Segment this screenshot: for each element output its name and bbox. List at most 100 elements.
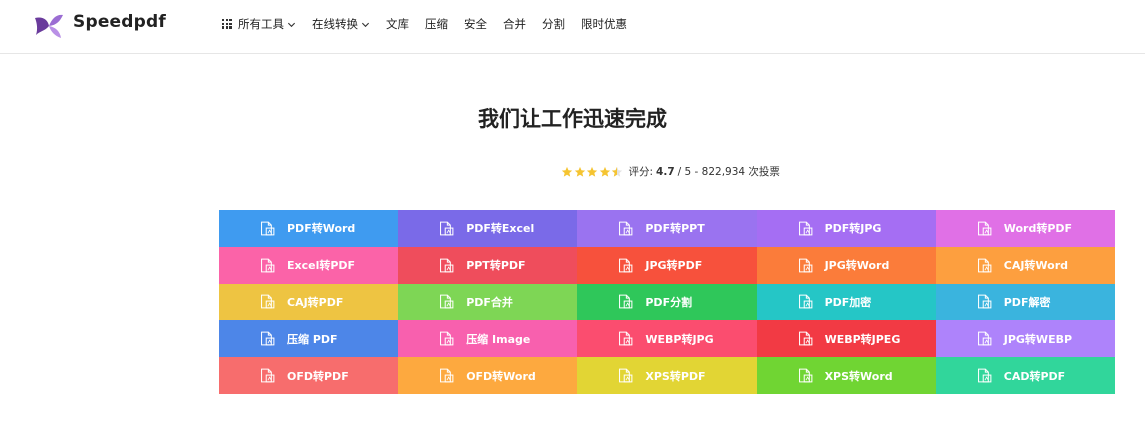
rating-stars <box>561 166 624 178</box>
file-convert-icon <box>797 257 814 274</box>
rating-summary: 评分: 4.7 / 5 - 822,934 次投票 <box>561 164 780 179</box>
file-convert-icon <box>438 330 455 347</box>
file-convert-icon <box>259 220 276 237</box>
tool-label: Excel转PDF <box>287 259 356 273</box>
tool-tile[interactable]: 压缩 PDF <box>219 320 399 358</box>
tool-tile[interactable]: 压缩 Image <box>398 320 578 358</box>
tool-tile[interactable]: PDF加密 <box>756 283 936 321</box>
file-convert-icon <box>976 293 993 310</box>
file-convert-icon <box>617 367 634 384</box>
nav-library[interactable]: 文库 <box>386 16 409 32</box>
nav-limited-offer[interactable]: 限时优惠 <box>581 16 627 32</box>
tool-label: XPS转PDF <box>645 369 706 383</box>
tool-label: 压缩 PDF <box>287 332 338 346</box>
tool-tile[interactable]: PDF转Word <box>219 210 399 247</box>
grid-icon <box>222 19 232 29</box>
tool-tile[interactable]: PDF解密 <box>935 283 1115 321</box>
site-header: Speedpdf 所有工具 在线转换 文库 压缩 安全 合并 分割 限时优惠 <box>0 0 1145 54</box>
tool-tile[interactable]: XPS转Word <box>756 357 936 394</box>
nav-online-convert[interactable]: 在线转换 <box>312 16 370 32</box>
tool-tile[interactable]: WEBP转JPEG <box>756 320 936 358</box>
brand-name[interactable]: Speedpdf <box>73 12 166 32</box>
chevron-down-icon <box>361 22 370 27</box>
tool-label: PDF转Word <box>287 222 356 236</box>
tool-label: PDF转PPT <box>645 222 705 236</box>
nav-compress[interactable]: 压缩 <box>425 16 448 32</box>
file-convert-icon <box>976 257 993 274</box>
file-convert-icon <box>259 257 276 274</box>
page-title: 我们让工作迅速完成 <box>478 107 667 131</box>
star-icon <box>586 166 598 177</box>
file-convert-icon <box>797 330 814 347</box>
star-icon <box>574 166 585 177</box>
file-convert-icon <box>976 330 993 347</box>
tool-tile[interactable]: CAJ转PDF <box>219 283 399 321</box>
tool-label: JPG转Word <box>824 259 890 273</box>
tool-label: Word转PDF <box>1003 222 1073 236</box>
tool-label: PDF转JPG <box>824 222 882 236</box>
file-convert-icon <box>438 257 455 274</box>
file-convert-icon <box>976 367 993 384</box>
tool-tile[interactable]: CAD转PDF <box>935 357 1115 394</box>
file-convert-icon <box>259 367 276 384</box>
tool-tile[interactable]: XPS转PDF <box>577 357 757 394</box>
nav-all-tools[interactable]: 所有工具 <box>222 16 296 32</box>
tool-label: OFD转Word <box>466 369 536 383</box>
tool-label: PDF转Excel <box>466 222 535 236</box>
file-convert-icon <box>438 293 455 310</box>
tool-tile[interactable]: OFD转Word <box>398 357 578 394</box>
file-convert-icon <box>617 220 634 237</box>
tool-label: PDF合并 <box>466 295 513 309</box>
file-convert-icon <box>797 293 814 310</box>
nav-security[interactable]: 安全 <box>464 16 487 32</box>
tool-label: XPS转Word <box>824 369 893 383</box>
tool-label: CAJ转PDF <box>287 295 344 309</box>
tool-grid: PDF转Word PDF转Excel PDF转PPT PDF转JPG Word转PDF E… <box>219 210 1115 394</box>
tool-label: PDF加密 <box>824 295 872 309</box>
nav-merge[interactable]: 合并 <box>503 16 526 32</box>
tool-tile[interactable]: PDF转JPG <box>756 210 936 247</box>
file-convert-icon <box>617 330 634 347</box>
tool-tile[interactable]: OFD转PDF <box>219 357 399 394</box>
tool-label: PDF分割 <box>645 295 693 309</box>
speedpdf-logo-icon[interactable] <box>33 9 65 41</box>
tool-tile[interactable]: PPT转PDF <box>398 246 578 284</box>
file-convert-icon <box>259 293 276 310</box>
rating-value: 4.7 <box>656 165 675 178</box>
tool-tile[interactable]: JPG转Word <box>756 246 936 284</box>
nav-all-tools-label: 所有工具 <box>238 17 284 31</box>
chevron-down-icon <box>287 22 296 27</box>
tool-tile[interactable]: Word转PDF <box>935 210 1115 247</box>
tool-label: JPG转WEBP <box>1003 332 1073 346</box>
half-star-icon <box>611 166 623 177</box>
tool-tile[interactable]: PDF转PPT <box>577 210 757 247</box>
file-convert-icon <box>617 257 634 274</box>
tool-tile[interactable]: PDF合并 <box>398 283 578 321</box>
tool-label: JPG转PDF <box>645 259 703 273</box>
rating-label: 评分: <box>628 166 654 178</box>
tool-tile[interactable]: WEBP转JPG <box>577 320 757 358</box>
file-convert-icon <box>438 367 455 384</box>
file-convert-icon <box>259 330 276 347</box>
tool-label: WEBP转JPG <box>645 332 714 346</box>
star-icon <box>561 166 573 177</box>
tool-label: PDF解密 <box>1003 295 1051 309</box>
tool-tile[interactable]: Excel转PDF <box>219 246 399 284</box>
tool-tile[interactable]: JPG转PDF <box>577 246 757 284</box>
tool-tile[interactable]: PDF转Excel <box>398 210 578 247</box>
tool-label: CAD转PDF <box>1003 369 1066 383</box>
file-convert-icon <box>797 220 814 237</box>
rating-votes: / 5 - 822,934 次投票 <box>677 166 780 178</box>
nav-split[interactable]: 分割 <box>542 16 565 32</box>
tool-tile[interactable]: CAJ转Word <box>935 246 1115 284</box>
tool-label: WEBP转JPEG <box>824 332 901 346</box>
tool-tile[interactable]: JPG转WEBP <box>935 320 1115 358</box>
file-convert-icon <box>438 220 455 237</box>
tool-label: PPT转PDF <box>466 259 526 273</box>
star-icon <box>599 166 610 177</box>
file-convert-icon <box>617 293 634 310</box>
main-nav: 所有工具 在线转换 文库 压缩 安全 合并 分割 限时优惠 <box>222 16 643 32</box>
tool-label: 压缩 Image <box>466 332 531 346</box>
tool-label: OFD转PDF <box>287 369 349 383</box>
tool-tile[interactable]: PDF分割 <box>577 283 757 321</box>
